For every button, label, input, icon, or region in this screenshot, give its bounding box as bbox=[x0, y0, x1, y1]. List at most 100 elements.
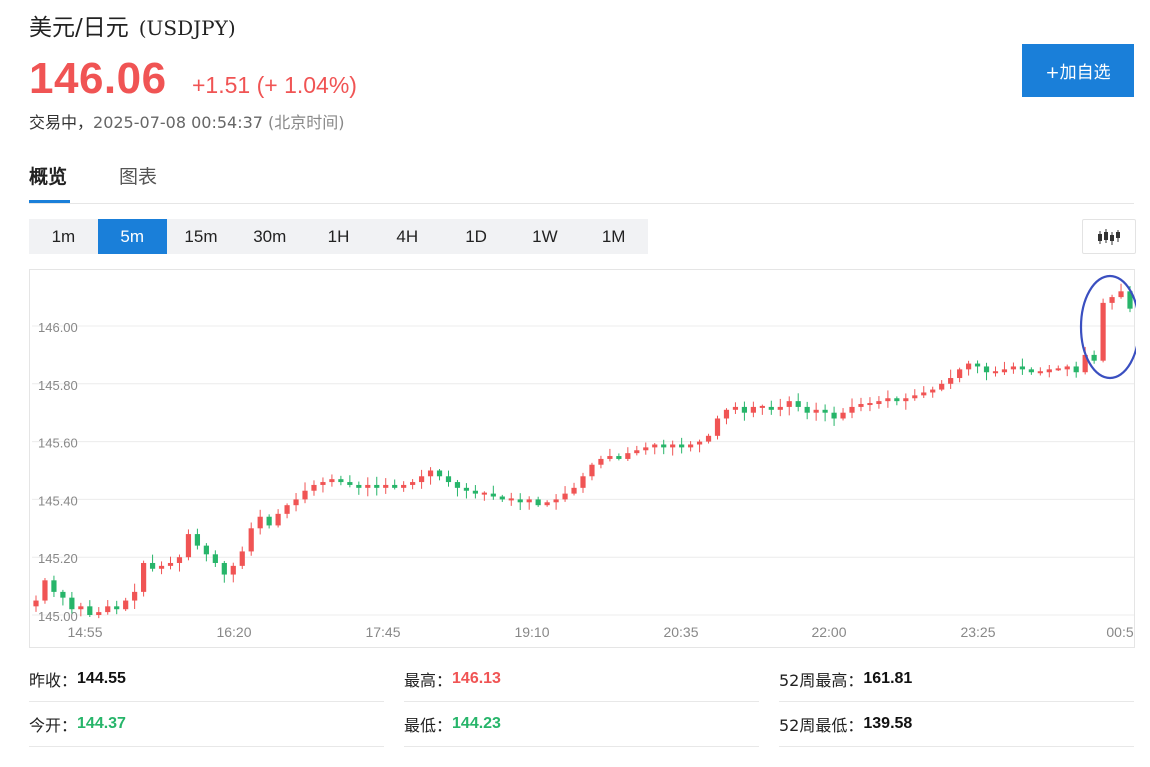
candle-body bbox=[831, 412, 837, 419]
candle-body bbox=[257, 516, 263, 529]
stat-label: 52周最低： bbox=[779, 716, 864, 735]
candle-body bbox=[1073, 366, 1079, 373]
trading-status: 交易中，2025-07-08 00:54:37 (北京时间) bbox=[29, 109, 345, 133]
current-price: 146.06 bbox=[29, 54, 167, 103]
candle-body bbox=[822, 409, 828, 413]
period-30m[interactable]: 30m bbox=[235, 219, 304, 254]
stat-label: 昨收： bbox=[29, 671, 78, 690]
candle-body bbox=[418, 476, 425, 483]
price-chart[interactable]: 146.00 145.80 145.60 145.40 145.20 145.00 14:5… bbox=[29, 269, 1136, 648]
period-1d[interactable]: 1D bbox=[442, 219, 511, 254]
status-time: 2025-07-08 00:54:37 bbox=[93, 113, 263, 132]
candle-body bbox=[338, 479, 344, 483]
active-tab-indicator bbox=[29, 200, 70, 203]
candle-body bbox=[1010, 366, 1017, 370]
candle-body bbox=[714, 418, 721, 436]
candle-body bbox=[1118, 291, 1124, 298]
candle-body bbox=[302, 490, 308, 500]
period-1h[interactable]: 1H bbox=[304, 219, 373, 254]
candle-body bbox=[508, 498, 514, 501]
stat-open: 今开： 144.37 bbox=[29, 702, 384, 747]
candle-body bbox=[1109, 297, 1115, 303]
candle-body bbox=[392, 484, 398, 488]
candle-body bbox=[544, 502, 550, 506]
candle-body bbox=[239, 551, 245, 566]
candle-body bbox=[194, 534, 201, 546]
candle-body bbox=[293, 499, 299, 506]
candle-body bbox=[266, 516, 272, 526]
stat-label: 52周最高： bbox=[779, 671, 864, 690]
candle-body bbox=[903, 398, 909, 402]
y-tick-label: 145.80 bbox=[38, 378, 78, 393]
candle-body bbox=[490, 493, 496, 497]
add-watchlist-button[interactable]: +加自选 bbox=[1022, 44, 1134, 97]
period-4h[interactable]: 4H bbox=[373, 219, 442, 254]
candle-body bbox=[705, 435, 712, 442]
candle-body bbox=[284, 505, 290, 514]
candle-body bbox=[356, 484, 362, 488]
y-tick-label: 146.00 bbox=[38, 320, 78, 335]
candle-body bbox=[1100, 302, 1106, 361]
candle-body bbox=[643, 447, 649, 451]
candle-body bbox=[759, 405, 765, 408]
x-tick-label: 23:25 bbox=[960, 624, 995, 640]
candle-body bbox=[939, 383, 945, 390]
candle-body bbox=[849, 406, 855, 413]
candle-body bbox=[1001, 369, 1008, 373]
candle-body bbox=[589, 464, 595, 477]
candle-body bbox=[957, 369, 963, 379]
price-change: +1.51 (+ 1.04%) bbox=[192, 72, 357, 98]
candle-body bbox=[69, 597, 75, 610]
period-selector: 1m 5m 15m 30m 1H 4H 1D 1W 1M bbox=[29, 219, 648, 254]
stat-high: 最高： 146.13 bbox=[404, 657, 759, 702]
candlestick-icon bbox=[1098, 228, 1120, 245]
tab-overview[interactable]: 概览 bbox=[29, 162, 67, 189]
candle-body bbox=[535, 499, 541, 506]
candle-body bbox=[114, 606, 120, 610]
candle-body bbox=[732, 406, 739, 410]
candle-body bbox=[858, 404, 864, 407]
status-timezone: (北京时间) bbox=[268, 113, 345, 132]
candle-body bbox=[625, 453, 631, 459]
instrument-title: 美元/日元 (USDJPY) bbox=[29, 8, 236, 42]
period-5m[interactable]: 5m bbox=[97, 219, 167, 254]
candle-body bbox=[786, 401, 792, 407]
candle-body bbox=[445, 476, 452, 483]
candle-body bbox=[51, 580, 57, 592]
x-tick-label: 00:5 bbox=[1106, 624, 1133, 640]
candle-body bbox=[840, 412, 846, 419]
stat-value: 144.37 bbox=[77, 715, 126, 732]
candle-body bbox=[652, 444, 658, 448]
candle-body bbox=[777, 406, 783, 410]
y-tick-label: 145.40 bbox=[38, 493, 78, 508]
stat-prev-close: 昨收： 144.55 bbox=[29, 657, 384, 702]
candle-body bbox=[974, 363, 981, 367]
period-1m[interactable]: 1m bbox=[29, 219, 98, 254]
x-tick-label: 16:20 bbox=[216, 624, 251, 640]
candle-body bbox=[212, 554, 218, 563]
candle-body bbox=[921, 392, 927, 396]
tab-chart[interactable]: 图表 bbox=[119, 162, 157, 189]
candle-body bbox=[203, 545, 209, 555]
candle-body bbox=[580, 476, 586, 488]
x-tick-label: 20:35 bbox=[663, 624, 698, 640]
period-1w[interactable]: 1W bbox=[510, 219, 579, 254]
candle-body bbox=[320, 482, 326, 485]
chart-type-button[interactable] bbox=[1082, 219, 1136, 254]
candle-body bbox=[885, 398, 891, 402]
candle-body bbox=[894, 398, 900, 402]
x-tick-label: 22:00 bbox=[811, 624, 846, 640]
candle-body bbox=[454, 482, 461, 488]
candle-body bbox=[804, 406, 810, 413]
stat-label: 今开： bbox=[29, 716, 78, 735]
candle-body bbox=[562, 493, 568, 500]
period-1mo[interactable]: 1M bbox=[579, 219, 648, 254]
candle-body bbox=[383, 484, 389, 488]
candle-body bbox=[965, 363, 972, 370]
candle-body bbox=[768, 406, 774, 410]
status-text: 交易中， bbox=[29, 113, 94, 132]
stat-52w-high: 52周最高： 161.81 bbox=[779, 657, 1134, 702]
candle-body bbox=[33, 600, 39, 607]
period-15m[interactable]: 15m bbox=[167, 219, 236, 254]
stat-value: 139.58 bbox=[863, 715, 913, 732]
